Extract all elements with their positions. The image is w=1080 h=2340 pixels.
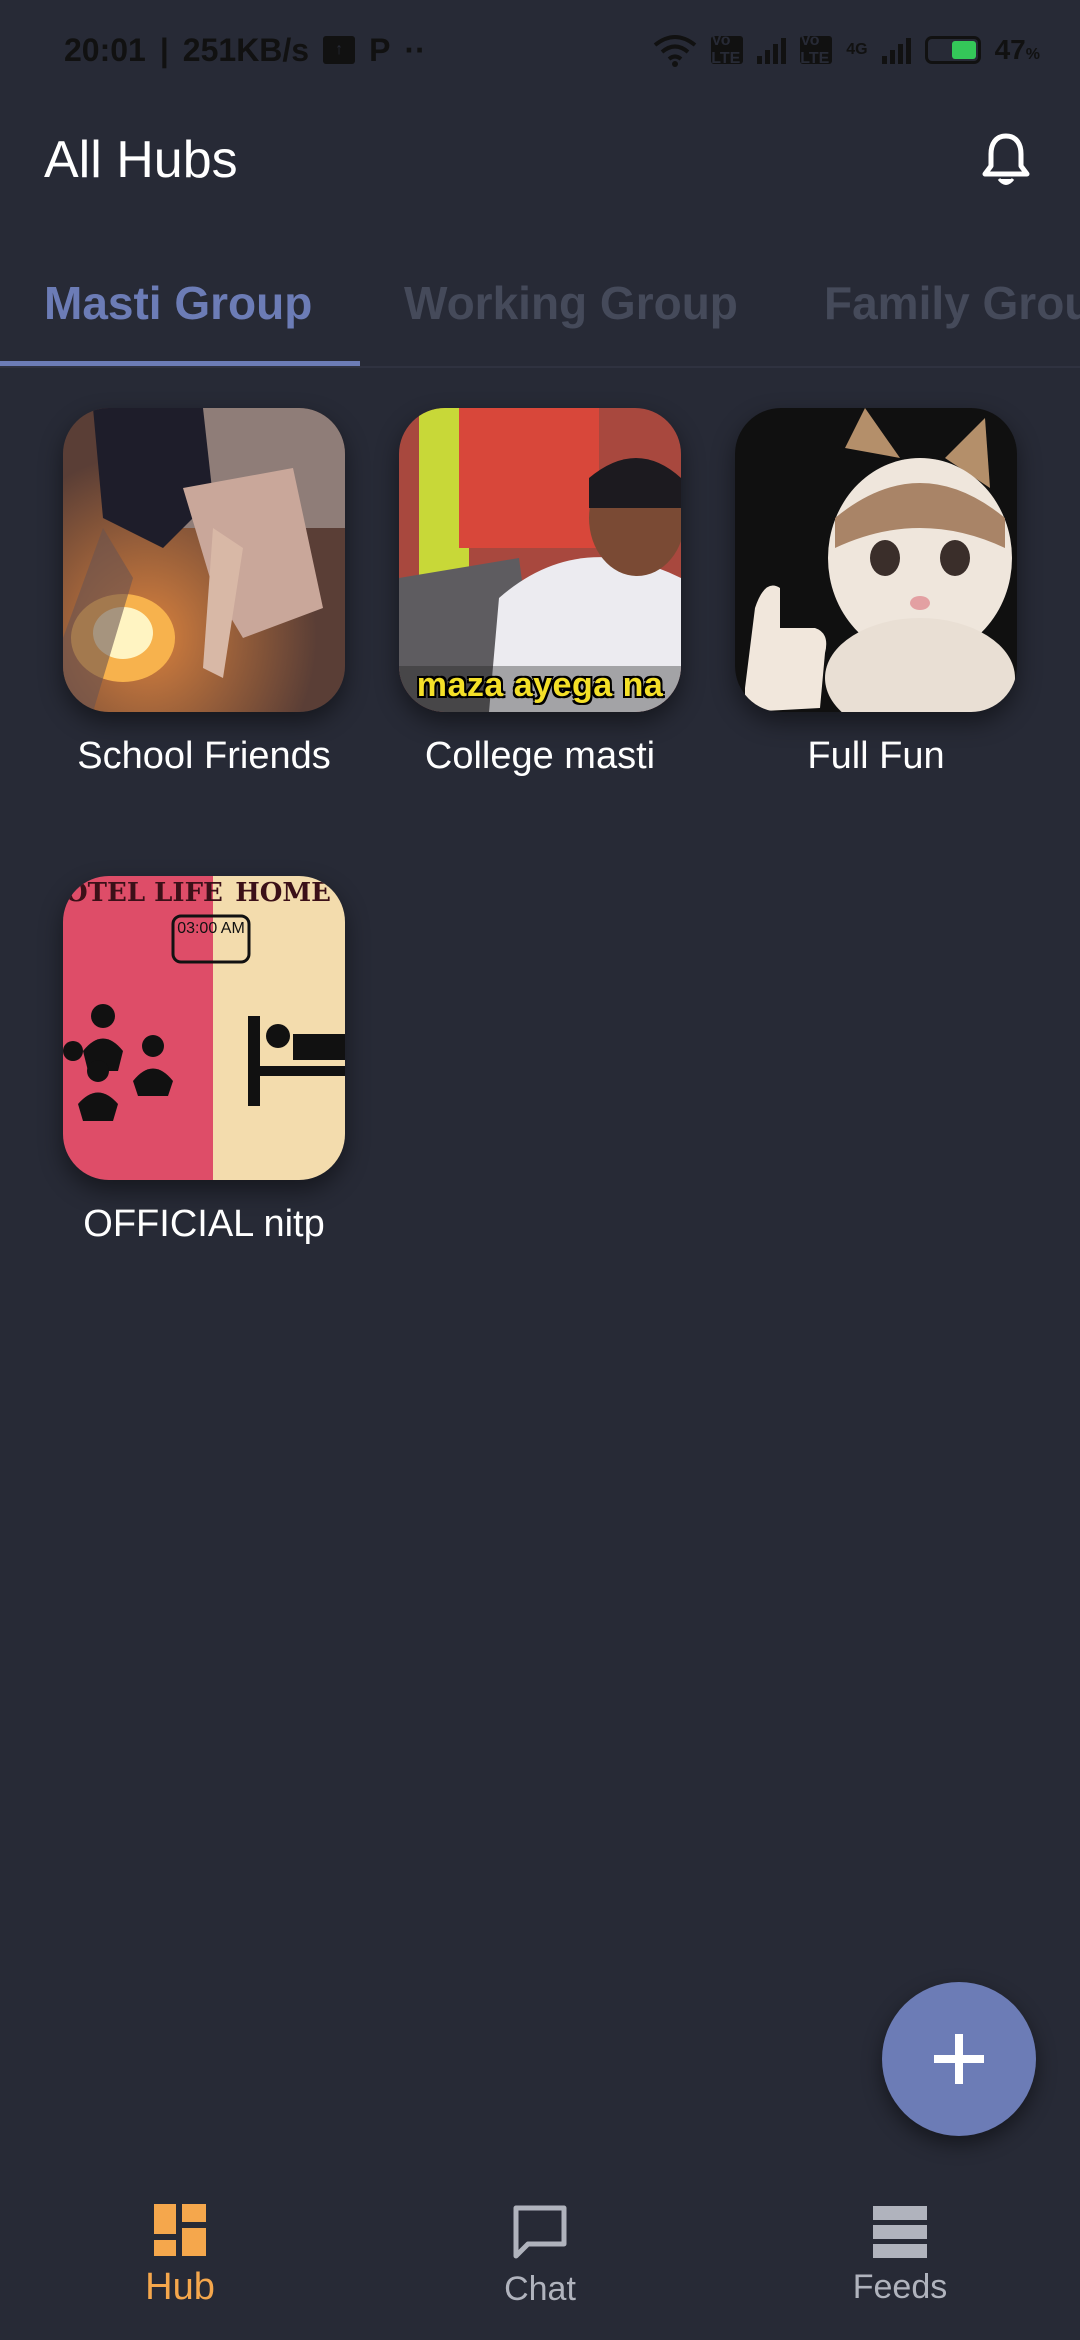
hub-image-full-fun [735, 408, 1017, 712]
screen: 20:01 | 251KB/s ↑ P ·· Vo LTE Vo LTE 4G … [0, 0, 1080, 2340]
hub-card-school-friends[interactable]: School Friends [54, 408, 354, 778]
upload-icon: ↑ [323, 36, 356, 64]
nav-item-hub[interactable]: Hub [60, 2202, 300, 2309]
hub-card-official-nitp[interactable]: OTEL LIFE HOME 03:00 AM OFFICIAL nitp [54, 876, 354, 1246]
hub-card-college-masti[interactable]: maza ayega na College masti [390, 408, 690, 778]
app-bar: All Hubs [0, 110, 1080, 210]
plus-icon [934, 2034, 984, 2084]
add-hub-button[interactable] [882, 1982, 1036, 2136]
status-left: 20:01 | 251KB/s ↑ P ·· [64, 32, 426, 69]
tab-masti-group[interactable]: Masti Group [44, 240, 312, 366]
hub-image-college-masti: maza ayega na [399, 408, 681, 712]
nav-item-feeds[interactable]: Feeds [780, 2204, 1020, 2307]
nav-label-chat: Chat [504, 2269, 576, 2308]
tab-family-group[interactable]: Family Grou [824, 240, 1080, 366]
volte-badge-1: Vo LTE [711, 32, 744, 67]
nav-label-feeds: Feeds [852, 2267, 948, 2306]
more-dots-icon: ·· [404, 31, 426, 68]
status-speed: 251KB/s [182, 31, 310, 68]
hub-image-school-friends [63, 408, 345, 712]
nav-item-chat[interactable]: Chat [420, 2202, 660, 2309]
status-right: Vo LTE Vo LTE 4G 47% [653, 32, 1040, 67]
hub-image-official-nitp: OTEL LIFE HOME 03:00 AM [63, 876, 345, 1180]
hub-label: Full Fun [807, 735, 945, 777]
hub-image-text-left: OTEL LIFE [65, 878, 223, 908]
battery-percent: 47% [994, 34, 1040, 65]
active-tab-indicator [0, 361, 360, 366]
status-time: 20:01 [64, 31, 146, 68]
signal-icon [757, 36, 787, 64]
bottom-navigation: Hub Chat Feeds [0, 2170, 1080, 2340]
page-title: All Hubs [44, 131, 238, 189]
wifi-icon [654, 35, 697, 67]
volte-badge-2: Vo LTE [800, 32, 833, 67]
bell-icon [982, 133, 1030, 185]
battery-charging-icon [924, 36, 981, 64]
hub-label: College masti [424, 735, 656, 777]
status-bar: 20:01 | 251KB/s ↑ P ·· Vo LTE Vo LTE 4G … [0, 0, 1080, 100]
nav-label-hub: Hub [145, 2265, 215, 2308]
signal-icon-2 [881, 36, 911, 64]
dashboard-icon [154, 2203, 206, 2256]
notification-button[interactable] [976, 130, 1036, 190]
hub-card-full-fun[interactable]: Full Fun [726, 408, 1026, 778]
parking-app-icon: P [369, 31, 391, 68]
tab-working-group[interactable]: Working Group [404, 240, 738, 366]
hub-label: OFFICIAL nitp [83, 1203, 325, 1245]
hub-label: School Friends [77, 735, 331, 777]
group-tabs: Masti Group Working Group Family Grou [0, 240, 1080, 368]
hub-image-caption: maza ayega na [416, 666, 664, 704]
chat-bubble-icon [513, 2205, 567, 2258]
hub-image-clock: 03:00 AM [177, 920, 245, 937]
feeds-list-icon [873, 2205, 927, 2258]
status-separator: | [159, 31, 169, 68]
hub-image-text-right: HOME [235, 878, 331, 908]
network-type: 4G [846, 41, 868, 58]
